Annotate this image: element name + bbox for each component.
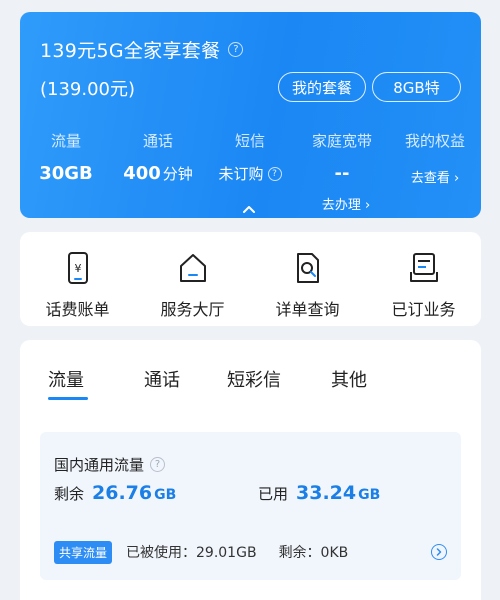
stat-sms: 短信 未订购? [204, 130, 296, 184]
stat-label: 短信 [234, 132, 265, 150]
stat-label: 家庭宽带 [311, 132, 372, 150]
shared-remaining: 剩余：0KB [278, 545, 349, 561]
stat-value: 30GB [39, 163, 93, 184]
flow-title-row: 国内通用流量 ? [54, 454, 166, 475]
shortcut-phone-bill[interactable]: ¥ 话费账单 [20, 250, 135, 320]
question-circle-icon[interactable]: ? [228, 42, 244, 57]
plan-title: 139元5G全家享套餐 [40, 40, 221, 62]
stat-unit: 分钟 [162, 165, 193, 183]
svg-text:¥: ¥ [74, 262, 81, 275]
shortcut-detail-query[interactable]: 详单查询 [250, 250, 365, 320]
shortcut-service-hall[interactable]: 服务大厅 [135, 250, 250, 320]
plan-stats: 流量 30GB 通话 400 分钟 短信 未订购? 家庭宽带 -- 我的权益 去查… [20, 130, 481, 190]
stat-broadband: 家庭宽带 -- [296, 130, 388, 184]
shortcut-label: 详单查询 [275, 300, 340, 319]
stat-data: 流量 30GB [20, 130, 112, 184]
stat-value: 未订购? [204, 163, 296, 184]
data-remaining: 剩余 26.76 GB [54, 482, 176, 504]
remain-unit: GB [154, 487, 177, 503]
subscribed-services-icon [409, 253, 438, 282]
chevron-up-icon[interactable] [242, 202, 256, 216]
shared-data-row[interactable]: 共享流量 已被使用：29.01GB 剩余：0KB [54, 539, 447, 565]
tab-other[interactable]: 其他 [331, 366, 367, 392]
domestic-data-panel: 国内通用流量 ? 剩余 26.76 GB 已用 33.24 GB 共享流量 已被… [40, 432, 461, 580]
usage-tabs: 流量 通话 短彩信 其他 [20, 366, 481, 406]
stat-benefits[interactable]: 我的权益 去查看 › [389, 130, 481, 186]
usage-card: 流量 通话 短彩信 其他 国内通用流量 ? 剩余 26.76 GB 已用 33.… [20, 340, 481, 600]
stat-label: 流量 [50, 132, 81, 150]
question-circle-icon[interactable]: ? [267, 166, 282, 181]
tab-sms-mms[interactable]: 短彩信 [227, 366, 281, 392]
plan-title-row: 139元5G全家享套餐 ? [40, 36, 244, 63]
stat-status: 未订购 [218, 165, 264, 183]
stat-number: 400 [123, 163, 161, 184]
chevron-right-icon[interactable] [431, 544, 447, 560]
stat-value: -- [334, 163, 350, 184]
plan-price: (139.00元) [40, 79, 136, 100]
used-value: 33.24 [296, 482, 357, 504]
shortcut-label: 服务大厅 [160, 300, 225, 319]
active-tab-indicator [48, 397, 88, 400]
remain-value: 26.76 [92, 482, 153, 504]
plan-card: 139元5G全家享套餐 ? (139.00元) 我的套餐 8GB特 流量 30G… [20, 12, 481, 218]
remain-label: 剩余 [54, 485, 85, 503]
shared-used: 已被使用：29.01GB [126, 545, 257, 561]
detail-query-icon [296, 253, 319, 283]
question-circle-icon[interactable]: ? [150, 457, 166, 472]
used-unit: GB [358, 487, 381, 503]
shortcut-subscribed-services[interactable]: 已订业务 [366, 250, 481, 320]
stat-calls: 通话 400 分钟 [112, 130, 204, 184]
data-used: 已用 33.24 GB [258, 482, 380, 504]
stat-value: 400 分钟 [112, 163, 204, 184]
used-label: 已用 [258, 485, 289, 503]
shortcut-card: ¥ 话费账单 服务大厅 详单查询 已订业务 [20, 232, 481, 326]
shortcut-label: 已订业务 [391, 300, 456, 319]
flow-title: 国内通用流量 [54, 456, 145, 474]
my-plan-button[interactable]: 我的套餐 [278, 72, 366, 102]
tab-calls[interactable]: 通话 [144, 366, 180, 392]
gb-pack-button[interactable]: 8GB特 [372, 72, 461, 102]
phone-bill-icon: ¥ [67, 252, 88, 284]
shared-data-badge: 共享流量 [54, 540, 113, 564]
broadband-apply-link[interactable]: 去办理 › [310, 194, 382, 213]
stat-label: 通话 [142, 132, 173, 150]
view-benefits-link[interactable]: 去查看 › [389, 167, 481, 186]
tab-data[interactable]: 流量 [48, 366, 84, 392]
service-hall-icon [179, 254, 206, 282]
stat-label: 我的权益 [404, 132, 465, 150]
shortcut-label: 话费账单 [45, 300, 110, 319]
